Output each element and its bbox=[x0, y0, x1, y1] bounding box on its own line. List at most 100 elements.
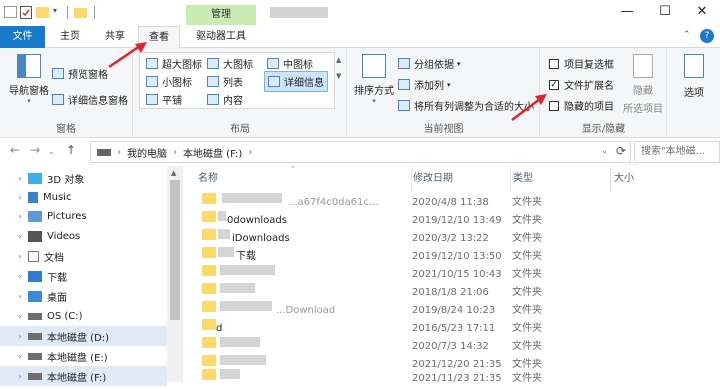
item-checkboxes-toggle[interactable]: 项目复选框 bbox=[549, 56, 614, 71]
column-header-size[interactable]: 大小 bbox=[610, 166, 710, 192]
back-arrow-icon[interactable]: ← bbox=[10, 143, 20, 157]
breadcrumb-sep-icon: › bbox=[248, 146, 253, 158]
address-dropdown-icon[interactable]: ⌄ bbox=[601, 146, 608, 155]
small-icons-label: 小图标 bbox=[162, 78, 192, 89]
nav-item-drive-f[interactable]: › 本地磁盘 (F:) bbox=[0, 366, 167, 386]
nav-item-desktop[interactable]: › 桌面 bbox=[0, 286, 167, 306]
minimize-button[interactable]: — bbox=[616, 3, 638, 21]
options-button[interactable]: 选项 bbox=[674, 54, 714, 99]
file-modified: 2019/12/10 13:49 bbox=[412, 215, 502, 226]
nav-scrollbar[interactable]: ▲ bbox=[167, 166, 183, 382]
nav-item-os-c[interactable]: › OS (C:) bbox=[0, 306, 167, 326]
forward-arrow-icon[interactable]: → bbox=[30, 143, 40, 157]
expand-arrow-icon[interactable]: › bbox=[12, 312, 28, 321]
tab-drive-tools[interactable]: 驱动器工具 bbox=[186, 26, 256, 48]
nav-item-videos[interactable]: › Videos bbox=[0, 226, 167, 246]
layout-extra-large-icons[interactable]: 超大图标 bbox=[146, 56, 202, 71]
breadcrumb-drive-f[interactable]: 本地磁盘 (F:) bbox=[183, 145, 242, 160]
folder-icon bbox=[202, 229, 216, 240]
layout-scroll[interactable]: ▲ ▼ bbox=[336, 56, 341, 80]
expand-arrow-icon[interactable]: › bbox=[12, 272, 28, 281]
nav-item-3d-objects[interactable]: › 3D 对象 bbox=[0, 168, 167, 188]
expand-arrow-icon[interactable]: › bbox=[12, 174, 28, 183]
table-row[interactable]: iDownloads 2020/3/2 13:22 文件夹 bbox=[190, 229, 720, 249]
help-icon[interactable]: ? bbox=[700, 29, 714, 43]
table-row[interactable]: ...a67f4c0da61c... 2020/4/8 11:38 文件夹 bbox=[190, 193, 720, 213]
nav-item-downloads[interactable]: › 下载 bbox=[0, 266, 167, 286]
expand-arrow-icon[interactable]: › bbox=[12, 232, 28, 241]
hidden-items-checkbox[interactable] bbox=[549, 100, 559, 111]
expand-arrow-icon[interactable]: › bbox=[12, 212, 28, 221]
layout-small-icons[interactable]: 小图标 bbox=[146, 74, 192, 89]
properties-icon[interactable] bbox=[4, 6, 17, 18]
file-extensions-label: 文件扩展名 bbox=[564, 81, 614, 92]
add-columns-button[interactable]: 添加列 ▾ bbox=[398, 77, 451, 92]
expand-arrow-icon[interactable]: › bbox=[12, 252, 28, 261]
table-row[interactable]: 2021/10/15 10:43 文件夹 bbox=[190, 265, 720, 285]
nav-pane-button[interactable]: 导航窗格 ▾ bbox=[6, 54, 52, 105]
hidden-items-toggle[interactable]: 隐藏的项目 bbox=[549, 98, 614, 113]
hide-label: 隐藏 bbox=[633, 86, 653, 97]
layout-tiles[interactable]: 平铺 bbox=[146, 92, 182, 107]
layout-list[interactable]: 列表 bbox=[207, 74, 243, 89]
up-arrow-icon[interactable]: ↑ bbox=[66, 143, 76, 157]
details-label: 详细信息 bbox=[284, 78, 324, 89]
file-name: 下载 bbox=[236, 251, 256, 262]
nav-item-drive-e[interactable]: › 本地磁盘 (E:) bbox=[0, 346, 167, 366]
maximize-button[interactable]: ☐ bbox=[654, 3, 676, 21]
recent-locations-icon[interactable]: ⌄ bbox=[48, 147, 55, 156]
nav-item-label: Music bbox=[43, 191, 72, 203]
customize-quick-access-icon[interactable]: ▾ bbox=[53, 6, 61, 19]
preview-pane-button[interactable]: 预览窗格 bbox=[52, 66, 108, 81]
layout-content[interactable]: 内容 bbox=[207, 92, 243, 107]
nav-item-drive-d[interactable]: › 本地磁盘 (D:) bbox=[0, 326, 167, 346]
tab-file[interactable]: 文件 bbox=[0, 26, 45, 48]
add-columns-icon bbox=[398, 79, 410, 90]
expand-arrow-icon[interactable]: › bbox=[12, 372, 28, 381]
file-type: 文件夹 bbox=[512, 341, 542, 352]
file-extensions-toggle[interactable]: ✓ 文件扩展名 bbox=[549, 77, 614, 92]
table-row[interactable]: ...Download 2019/8/24 10:23 文件夹 bbox=[190, 301, 720, 321]
scroll-up-icon[interactable]: ▲ bbox=[171, 169, 176, 177]
folder-icon bbox=[202, 319, 216, 330]
column-header-name[interactable]: 名称 bbox=[198, 166, 408, 192]
folder-icon bbox=[202, 301, 216, 312]
refresh-icon[interactable]: ⟳ bbox=[616, 144, 626, 158]
layout-medium-icons[interactable]: 中图标 bbox=[267, 56, 313, 71]
close-button[interactable]: ✕ bbox=[691, 3, 713, 21]
group-by-button[interactable]: 分组依据 ▾ bbox=[398, 56, 461, 71]
expand-arrow-icon[interactable]: › bbox=[12, 292, 28, 301]
column-header-modified[interactable]: 修改日期 bbox=[411, 166, 506, 192]
breadcrumb-my-computer[interactable]: 我的电脑 bbox=[127, 145, 167, 160]
expand-arrow-icon[interactable]: › bbox=[12, 332, 28, 341]
item-checkboxes-label: 项目复选框 bbox=[564, 60, 614, 71]
hide-selected-button[interactable]: 隐藏 所选项目 bbox=[621, 54, 665, 115]
expand-arrow-icon[interactable]: › bbox=[12, 193, 28, 202]
nav-item-music[interactable]: › Music bbox=[0, 187, 167, 207]
redacted-name bbox=[218, 211, 226, 221]
tab-home[interactable]: 主页 bbox=[50, 26, 90, 48]
table-row[interactable]: 0downloads 2019/12/10 13:49 文件夹 bbox=[190, 211, 720, 231]
layout-large-icons[interactable]: 大图标 bbox=[207, 56, 253, 71]
column-header-type[interactable]: 类型 bbox=[510, 166, 610, 192]
file-extensions-checkbox[interactable]: ✓ bbox=[549, 79, 559, 90]
nav-item-documents[interactable]: › 文档 bbox=[0, 246, 167, 266]
address-field[interactable]: › 我的电脑 › 本地磁盘 (F:) › ⌄ ⟳ bbox=[90, 141, 631, 163]
layout-details[interactable]: 详细信息 bbox=[264, 71, 328, 92]
table-row[interactable]: 2018/1/8 21:06 文件夹 bbox=[190, 283, 720, 303]
folder-icon bbox=[74, 8, 87, 18]
checklist-icon[interactable] bbox=[20, 6, 32, 19]
details-pane-button[interactable]: 详细信息窗格 bbox=[52, 92, 128, 107]
new-folder-icon[interactable] bbox=[36, 7, 49, 18]
table-row[interactable]: d 2016/5/23 17:11 文件夹 bbox=[190, 319, 720, 339]
search-input[interactable]: 搜索"本地磁... bbox=[634, 141, 720, 163]
expand-arrow-icon[interactable]: › bbox=[12, 352, 28, 361]
collapse-ribbon-icon[interactable]: ⌃ bbox=[683, 30, 691, 40]
table-row[interactable]: 2021/11/23 21:35 文件夹 bbox=[190, 369, 720, 389]
table-row[interactable]: 2020/7/3 14:32 文件夹 bbox=[190, 337, 720, 357]
item-checkboxes-checkbox[interactable] bbox=[549, 58, 559, 69]
scroll-thumb[interactable] bbox=[170, 180, 180, 320]
nav-item-pictures[interactable]: › Pictures bbox=[0, 206, 167, 226]
sort-by-button[interactable]: 排序方式 ▾ bbox=[352, 54, 396, 105]
table-row[interactable]: 下载 2019/12/10 13:50 文件夹 bbox=[190, 247, 720, 267]
